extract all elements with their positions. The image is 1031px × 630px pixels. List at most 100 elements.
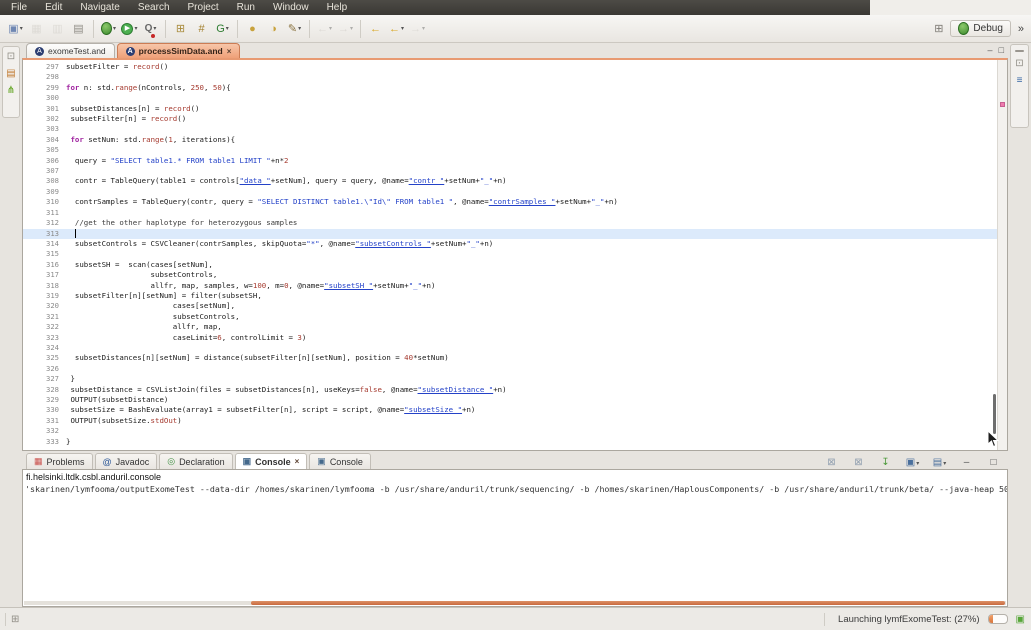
progress-indicator[interactable] <box>988 614 1008 624</box>
code-line-299[interactable]: 299for n: std.range(nControls, 250, 50){ <box>23 83 997 93</box>
code-line-323[interactable]: 323 caseLimit=6, controlLimit = 3) <box>23 333 997 343</box>
new-wizard-icon[interactable]: ▣▾ <box>5 19 26 39</box>
open-task-icon[interactable]: ● <box>242 19 263 39</box>
console-view-tab-console-1[interactable]: ▣Console× <box>235 453 308 469</box>
debug-perspective-button[interactable]: Debug <box>950 20 1010 37</box>
line-number: 307 <box>23 166 66 176</box>
code-line-331[interactable]: 331 OUTPUT(subsetSize.stdOut) <box>23 416 997 426</box>
code-text: OUTPUT(subsetSize.stdOut) <box>66 416 182 426</box>
toolbar-overflow-chevron[interactable]: » <box>1018 23 1024 35</box>
code-line-318[interactable]: 318 allfr, map, samples, w=100, m=0, @na… <box>23 281 997 291</box>
previous-annotation-dropdown-icon: ▾ <box>329 25 332 32</box>
run-dropdown-icon[interactable]: ▾ <box>134 25 137 32</box>
run-last-tool-dropdown-icon[interactable]: ▾ <box>153 25 156 32</box>
menu-help[interactable]: Help <box>318 0 357 15</box>
code-line-322[interactable]: 322 allfr, map, <box>23 322 997 332</box>
console-view-tab-problems[interactable]: ▦Problems <box>26 453 93 469</box>
fast-view-bar-icon[interactable]: ⊞ <box>11 614 19 625</box>
maximize-editor-icon[interactable]: □ <box>999 45 1004 55</box>
run-history-icon[interactable]: G▾ <box>212 19 233 39</box>
last-edit-location-icon[interactable]: ← <box>365 19 386 39</box>
code-editor[interactable]: 297subsetFilter = record()298299for n: s… <box>22 58 1008 451</box>
minimized-view-orange-icon[interactable]: ▤ <box>6 69 15 79</box>
restore-views-icon[interactable]: ⊡ <box>7 52 15 62</box>
view-bar-handle[interactable] <box>1015 50 1024 52</box>
code-line-310[interactable]: 310 contrSamples = TableQuery(contr, que… <box>23 197 997 207</box>
code-line-303[interactable]: 303 <box>23 124 997 134</box>
console-view-tab-declaration[interactable]: ◎Declaration <box>159 453 232 469</box>
code-line-312[interactable]: 312 //get the other haplotype for hetero… <box>23 218 997 228</box>
code-line-321[interactable]: 321 subsetControls, <box>23 312 997 322</box>
run-history-dropdown-icon[interactable]: ▾ <box>226 25 229 32</box>
code-line-328[interactable]: 328 subsetDistance = CSVListJoin(files =… <box>23 385 997 395</box>
code-line-319[interactable]: 319 subsetFilter[n][setNum] = filter(sub… <box>23 291 997 301</box>
code-line-298[interactable]: 298 <box>23 72 997 82</box>
console-hscrollbar-thumb[interactable] <box>251 601 1005 605</box>
code-line-329[interactable]: 329 OUTPUT(subsetDistance) <box>23 395 997 405</box>
search-dropdown-icon[interactable]: ▾ <box>298 25 301 32</box>
close-tab-icon[interactable]: × <box>227 47 232 56</box>
code-line-307[interactable]: 307 <box>23 166 997 176</box>
code-line-314[interactable]: 314 subsetControls = CSVCleaner(contrSam… <box>23 239 997 249</box>
restore-views-icon[interactable]: ⊡ <box>1015 59 1023 69</box>
display-selected-console-dropdown-icon[interactable]: ▾ <box>916 460 919 467</box>
code-line-330[interactable]: 330 subsetSize = BashEvaluate(array1 = s… <box>23 405 997 415</box>
console-view-tab-console-2[interactable]: ▣Console <box>309 453 371 469</box>
run-last-tool-icon[interactable]: Q▾ <box>140 19 161 39</box>
code-line-301[interactable]: 301 subsetDistances[n] = record() <box>23 104 997 114</box>
editor-vertical-scrollbar[interactable] <box>993 394 996 434</box>
menu-window[interactable]: Window <box>264 0 318 15</box>
menu-file[interactable]: File <box>2 0 36 15</box>
code-line-304[interactable]: 304 for setNum: std.range(1, iterations)… <box>23 135 997 145</box>
menu-search[interactable]: Search <box>129 0 179 15</box>
console-hscrollbar-track[interactable] <box>24 601 1006 605</box>
debug-icon[interactable]: ▾ <box>98 19 119 39</box>
code-line-332[interactable]: 332 <box>23 426 997 436</box>
code-line-317[interactable]: 317 subsetControls, <box>23 270 997 280</box>
back-history-icon[interactable]: ←▾ <box>386 19 407 39</box>
code-line-327[interactable]: 327 } <box>23 374 997 384</box>
code-line-302[interactable]: 302 subsetFilter[n] = record() <box>23 114 997 124</box>
code-line-333[interactable]: 333} <box>23 437 997 447</box>
open-perspective-icon[interactable]: ⊞ <box>934 22 943 35</box>
code-line-313[interactable]: 313 <box>23 229 997 239</box>
menu-project[interactable]: Project <box>179 0 228 15</box>
code-line-326[interactable]: 326 <box>23 364 997 374</box>
open-type-icon[interactable]: # <box>191 19 212 39</box>
console-view-tab-javadoc[interactable]: @Javadoc <box>95 453 158 469</box>
new-project-icon[interactable]: ⊞ <box>170 19 191 39</box>
console-output-area[interactable]: fi.helsinki.ltdk.csbl.anduril.console 's… <box>22 469 1008 607</box>
minimize-editor-icon[interactable]: – <box>988 45 993 55</box>
back-history-dropdown-icon[interactable]: ▾ <box>401 25 404 32</box>
open-resource-icon[interactable]: ◑ <box>263 19 284 39</box>
code-line-300[interactable]: 300 <box>23 93 997 103</box>
search-icon[interactable]: ✎▾ <box>284 19 305 39</box>
code-line-311[interactable]: 311 <box>23 208 997 218</box>
code-line-316[interactable]: 316 subsetSH = scan(cases[setNum], <box>23 260 997 270</box>
overview-ruler[interactable] <box>997 60 1007 450</box>
background-operations-icon[interactable]: ▣ <box>1016 614 1025 625</box>
code-line-297[interactable]: 297subsetFilter = record() <box>23 62 997 72</box>
menu-navigate[interactable]: Navigate <box>71 0 128 15</box>
close-view-icon[interactable]: × <box>295 457 300 466</box>
code-line-324[interactable]: 324 <box>23 343 997 353</box>
outline-view-icon[interactable]: ≡ <box>1017 76 1023 86</box>
code-line-309[interactable]: 309 <box>23 187 997 197</box>
code-line-305[interactable]: 305 <box>23 145 997 155</box>
code-line-308[interactable]: 308 contr = TableQuery(table1 = controls… <box>23 176 997 186</box>
code-line-320[interactable]: 320 cases[setNum], <box>23 301 997 311</box>
run-icon[interactable]: ▶▾ <box>119 19 140 39</box>
code-line-325[interactable]: 325 subsetDistances[n][setNum] = distanc… <box>23 353 997 363</box>
minimized-view-tree-icon[interactable]: ⋔ <box>7 86 15 96</box>
menu-edit[interactable]: Edit <box>36 0 71 15</box>
editor-tab-exometest-and[interactable]: AexomeTest.and <box>26 43 115 58</box>
new-wizard-dropdown-icon[interactable]: ▾ <box>20 25 23 32</box>
debug-dropdown-icon[interactable]: ▾ <box>113 25 116 32</box>
menu-run[interactable]: Run <box>228 0 264 15</box>
code-line-306[interactable]: 306 query = "SELECT table1.* FROM table1… <box>23 156 997 166</box>
print-icon[interactable]: ▤ <box>68 19 89 39</box>
code-line-315[interactable]: 315 <box>23 249 997 259</box>
open-console-dropdown-icon[interactable]: ▾ <box>943 460 946 467</box>
editor-tab-processsimdata-and[interactable]: AprocessSimData.and× <box>117 43 241 58</box>
annotation-marker[interactable] <box>1000 102 1005 107</box>
